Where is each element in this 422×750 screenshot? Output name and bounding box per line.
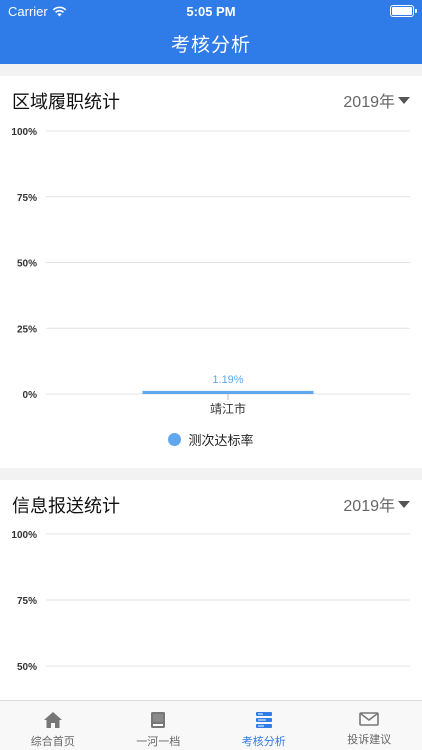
y-tick-label: 25%: [17, 324, 37, 335]
area-duty-chart: 0% 25% 50% 75% 100% 1.19% 靖江市: [0, 120, 422, 420]
area-duty-title: 区域履职统计: [12, 92, 120, 112]
tab-home[interactable]: 综合首页: [0, 701, 106, 750]
info-report-year-select[interactable]: 2019年: [343, 492, 410, 516]
y-tick-label: 75%: [17, 193, 37, 204]
tab-analysis-label: 考核分析: [241, 736, 286, 748]
y-tick-label: 100%: [11, 530, 37, 541]
tab-home-label: 综合首页: [30, 736, 75, 748]
home-icon: [43, 712, 62, 728]
info-report-year-label: 2019年: [343, 498, 395, 515]
analysis-icon: [255, 712, 272, 728]
legend-label: 测次达标率: [188, 433, 254, 448]
mail-icon: [359, 712, 380, 726]
legend-swatch: [168, 433, 182, 446]
info-report-chart-svg: 50% 75% 100%: [11, 530, 410, 673]
status-bar: Carrier 5:05 PM: [0, 0, 422, 22]
bar-data-label: 1.19%: [212, 374, 243, 386]
battery-icon: [390, 5, 417, 17]
tab-analysis[interactable]: 考核分析: [211, 701, 317, 750]
page-title: 考核分析: [170, 35, 251, 56]
tab-complaints[interactable]: 投诉建议: [317, 701, 422, 750]
bar: [142, 390, 314, 394]
caret-down-icon: [398, 500, 410, 508]
tab-complaints-label: 投诉建议: [347, 734, 392, 746]
y-tick-label: 100%: [11, 127, 37, 138]
y-tick-label: 50%: [17, 259, 37, 270]
tab-river-archive[interactable]: 一河一档: [106, 701, 212, 750]
info-report-chart: 50% 75% 100%: [0, 524, 422, 700]
caret-down-icon: [398, 96, 410, 104]
status-time: 5:05 PM: [186, 4, 236, 19]
tab-river-archive-label: 一河一档: [136, 736, 181, 748]
area-duty-chart-svg: 0% 25% 50% 75% 100% 1.19% 靖江市: [11, 127, 410, 416]
area-duty-card: 区域履职统计 2019年 0% 25% 50% 75% 100% 1.19% 靖江市 测次达…: [0, 76, 422, 468]
info-report-title: 信息报送统计: [12, 496, 120, 516]
info-report-header: 信息报送统计 2019年: [0, 480, 422, 524]
y-tick-label: 50%: [17, 662, 37, 673]
info-report-card: 信息报送统计 2019年 50% 75% 100%: [0, 480, 422, 700]
x-tick-label: 靖江市: [210, 401, 246, 416]
area-duty-year-select[interactable]: 2019年: [343, 88, 410, 112]
area-duty-legend[interactable]: 测次达标率: [0, 430, 422, 449]
area-duty-year-label: 2019年: [343, 94, 395, 111]
y-tick-label: 0%: [23, 390, 38, 401]
book-icon: [151, 712, 166, 728]
area-duty-header: 区域履职统计 2019年: [0, 76, 422, 120]
top-bar: Carrier 5:05 PM 考核分析: [0, 0, 422, 64]
tab-bar: 综合首页 一河一档 考核分析 投诉建议: [0, 700, 422, 750]
y-tick-label: 75%: [17, 596, 37, 607]
